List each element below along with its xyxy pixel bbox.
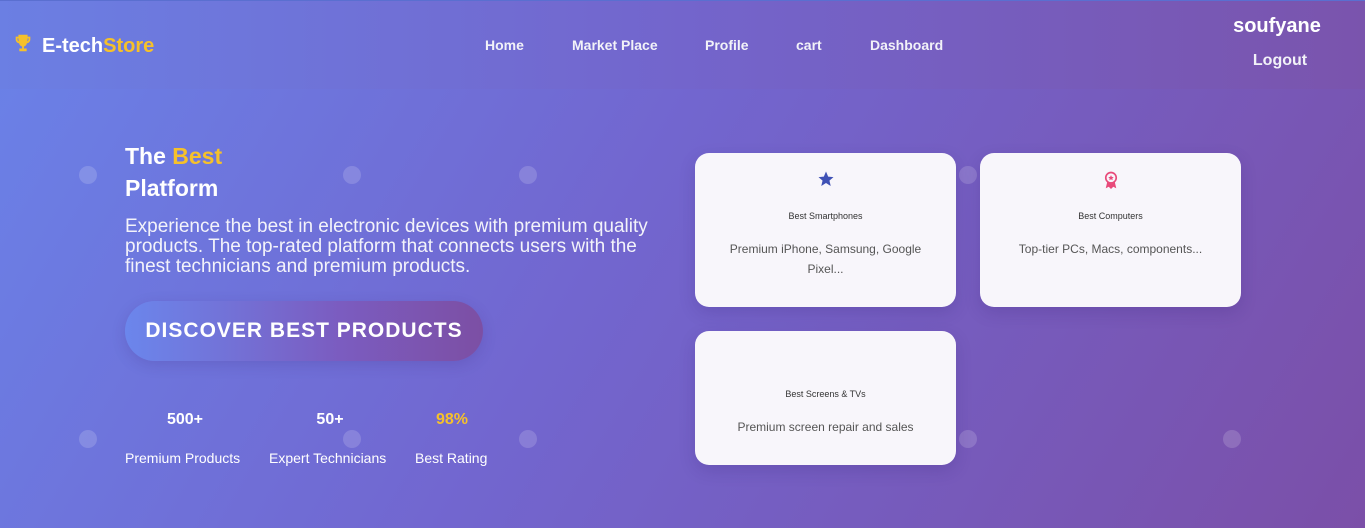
- card-text: Premium screen repair and sales: [737, 420, 914, 434]
- stat-value-technicians: 50+: [316, 411, 344, 428]
- trophy-icon: [12, 32, 34, 60]
- nav-link-cart[interactable]: cart: [796, 37, 822, 53]
- card-best-screens-tvs[interactable]: Best Screens & TVs Premium screen repair…: [695, 331, 956, 465]
- stat-value-products: 500+: [166, 411, 204, 428]
- hero-description: Experience the best in electronic device…: [125, 216, 648, 277]
- brand-logo[interactable]: E-techStore: [12, 34, 154, 58]
- star-icon: [695, 170, 956, 190]
- nav-link-profile[interactable]: Profile: [705, 37, 749, 53]
- navbar: E-techStore Home Market Place Profile ca…: [0, 0, 1365, 89]
- hero-title-platform: Platform: [125, 175, 219, 201]
- stat-label-technicians: Expert Technicians: [269, 450, 387, 466]
- card-title: Best Screens & TVs: [785, 389, 866, 399]
- decorative-dot: [519, 166, 537, 184]
- hero-title: The Best Platform: [125, 140, 222, 204]
- decorative-dot: [1223, 430, 1241, 448]
- logout-link[interactable]: Logout: [1240, 52, 1320, 70]
- hero-title-best: Best: [172, 143, 223, 169]
- card-best-computers[interactable]: Best Computers Top-tier PCs, Macs, compo…: [980, 153, 1241, 307]
- username: soufyane: [1233, 15, 1321, 37]
- stat-label-products: Premium Products: [125, 450, 241, 466]
- discover-products-button[interactable]: DISCOVER BEST PRODUCTS: [125, 301, 483, 361]
- award-icon: [980, 170, 1241, 190]
- decorative-dot: [343, 166, 361, 184]
- card-best-smartphones[interactable]: Best Smartphones Premium iPhone, Samsung…: [695, 153, 956, 307]
- card-title: Best Computers: [1078, 211, 1143, 221]
- hero-title-the: The: [125, 143, 166, 169]
- decorative-dot: [79, 430, 97, 448]
- decorative-dot: [959, 430, 977, 448]
- nav-link-home[interactable]: Home: [485, 37, 524, 53]
- brand-name-accent: Store: [103, 34, 155, 57]
- stat-value-rating: 98%: [435, 411, 469, 428]
- decorative-dot: [519, 430, 537, 448]
- brand-name-prefix: E-tech: [42, 34, 104, 57]
- card-text: Premium iPhone, Samsung, Google Pixel...: [729, 242, 922, 276]
- nav-link-dashboard[interactable]: Dashboard: [870, 37, 943, 53]
- nav-link-market-place[interactable]: Market Place: [572, 37, 658, 53]
- decorative-dot: [343, 430, 361, 448]
- decorative-dot: [959, 166, 977, 184]
- card-title: Best Smartphones: [788, 211, 863, 221]
- stat-label-rating: Best Rating: [415, 450, 488, 466]
- decorative-dot: [79, 166, 97, 184]
- card-text: Top-tier PCs, Macs, components...: [1018, 242, 1203, 256]
